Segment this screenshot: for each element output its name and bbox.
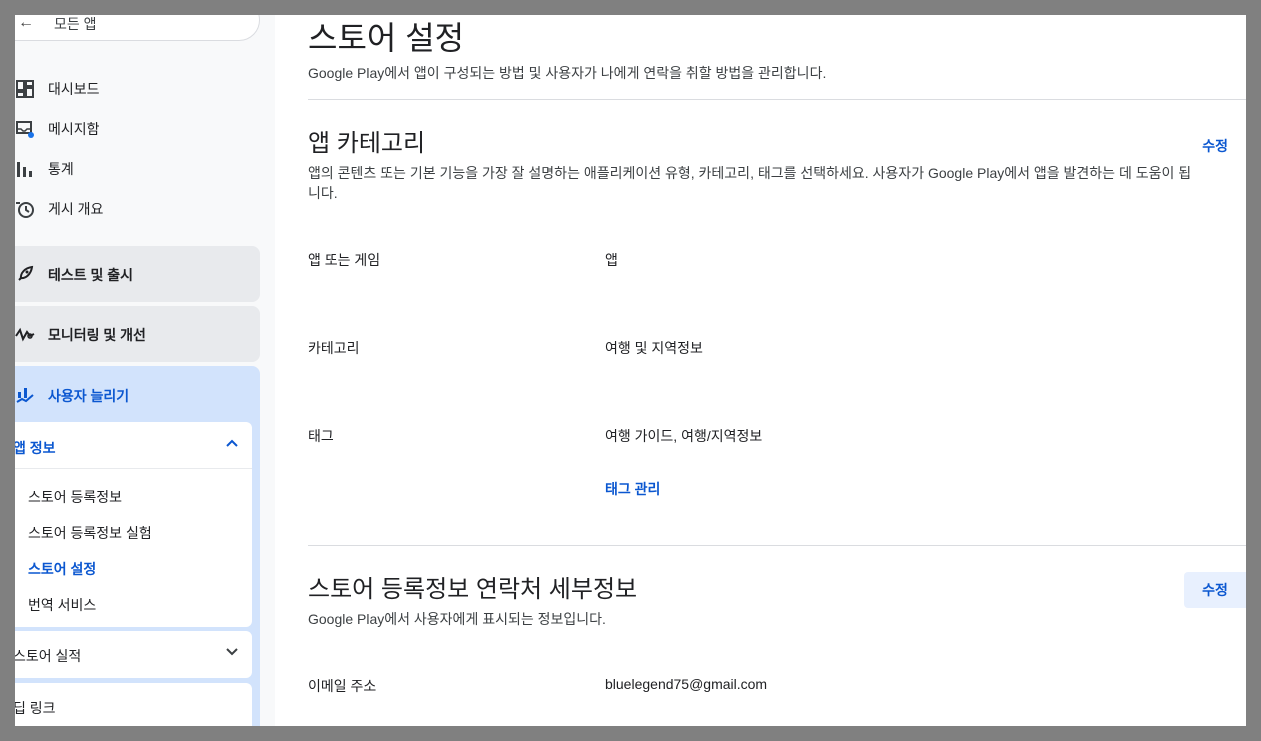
group-label: 테스트 및 출시 [48, 267, 134, 283]
store-performance-label: 스토어 실적 [15, 648, 82, 664]
bar-chart-icon [15, 159, 35, 179]
sidebar: ← 모든 앱 대시보드 메시지함 통계 게시 개요 테스트 및 출시 모니터링 … [15, 15, 275, 726]
store-performance-section[interactable]: 스토어 실적 [15, 631, 252, 678]
edit-contact-button[interactable]: 수정 [1184, 572, 1246, 608]
app-info-header[interactable]: 앱 정보 [15, 438, 56, 458]
tags-value: 여행 가이드, 여행/지역정보 [605, 428, 763, 444]
sidebar-item-label: 게시 개요 [48, 201, 104, 217]
deep-links-label: 딥 링크 [15, 700, 56, 716]
app-category-description: 앱의 콘텐츠 또는 기본 기능을 가장 잘 설명하는 애플리케이션 유형, 카테… [308, 165, 1192, 201]
sidebar-item-publishing-overview[interactable]: 게시 개요 [15, 189, 260, 229]
sidebar-item-store-listing[interactable]: 스토어 등록정보 [28, 487, 122, 507]
sidebar-item-label: 메시지함 [48, 121, 100, 137]
contact-details-description: Google Play에서 사용자에게 표시되는 정보입니다. [308, 611, 606, 627]
sidebar-item-dashboard[interactable]: 대시보드 [15, 69, 260, 109]
page-subtitle: Google Play에서 앱이 구성되는 방법 및 사용자가 나에게 연락을 … [308, 65, 827, 81]
category-label: 카테고리 [308, 340, 360, 356]
category-value: 여행 및 지역정보 [605, 340, 703, 356]
rocket-icon [15, 264, 35, 284]
main-content: 스토어 설정 Google Play에서 앱이 구성되는 방법 및 사용자가 나… [276, 15, 1246, 726]
sidebar-item-store-settings[interactable]: 스토어 설정 [28, 559, 96, 579]
app-or-game-value: 앱 [605, 252, 618, 268]
back-to-all-apps-button[interactable]: ← 모든 앱 [15, 15, 260, 41]
app-window: ← 모든 앱 대시보드 메시지함 통계 게시 개요 테스트 및 출시 모니터링 … [15, 15, 1246, 726]
dashboard-icon [15, 79, 35, 99]
chevron-up-icon[interactable] [226, 436, 238, 450]
sidebar-item-label: 통계 [48, 161, 74, 177]
tags-label: 태그 [308, 428, 334, 444]
divider [308, 545, 1246, 546]
sidebar-item-statistics[interactable]: 통계 [15, 149, 260, 189]
app-or-game-label: 앱 또는 게임 [308, 252, 381, 268]
sidebar-group-monitor[interactable]: 모니터링 및 개선 [15, 306, 260, 362]
manage-tags-link[interactable]: 태그 관리 [605, 479, 660, 499]
back-label: 모든 앱 [54, 16, 97, 32]
group-label: 모니터링 및 개선 [48, 327, 146, 343]
email-value: bluelegend75@gmail.com [605, 676, 768, 692]
email-label: 이메일 주소 [308, 678, 377, 694]
edit-category-button[interactable]: 수정 [1202, 136, 1228, 156]
history-icon [15, 199, 35, 219]
page-title: 스토어 설정 [308, 20, 465, 56]
divider [308, 99, 1246, 100]
sidebar-item-store-listing-experiments[interactable]: 스토어 등록정보 실험 [28, 523, 152, 543]
sidebar-group-test-release[interactable]: 테스트 및 출시 [15, 246, 260, 302]
deep-links-section[interactable]: 딥 링크 [15, 683, 252, 726]
divider [15, 468, 252, 469]
app-category-title: 앱 카테고리 [308, 130, 426, 157]
sidebar-item-inbox[interactable]: 메시지함 [15, 109, 260, 149]
chevron-down-icon [226, 645, 238, 659]
sidebar-item-translation-service[interactable]: 번역 서비스 [28, 595, 96, 615]
inbox-icon [15, 119, 35, 139]
arrow-left-icon: ← [18, 15, 34, 31]
edit-contact-label: 수정 [1202, 582, 1228, 598]
grow-users-icon [15, 385, 35, 405]
app-info-section: 앱 정보 스토어 등록정보 스토어 등록정보 실험 스토어 설정 번역 서비스 [15, 422, 252, 627]
monitor-pulse-icon [15, 324, 35, 344]
sidebar-item-label: 대시보드 [48, 81, 100, 97]
contact-details-title: 스토어 등록정보 연락처 세부정보 [308, 576, 638, 603]
group-label[interactable]: 사용자 늘리기 [48, 386, 129, 406]
